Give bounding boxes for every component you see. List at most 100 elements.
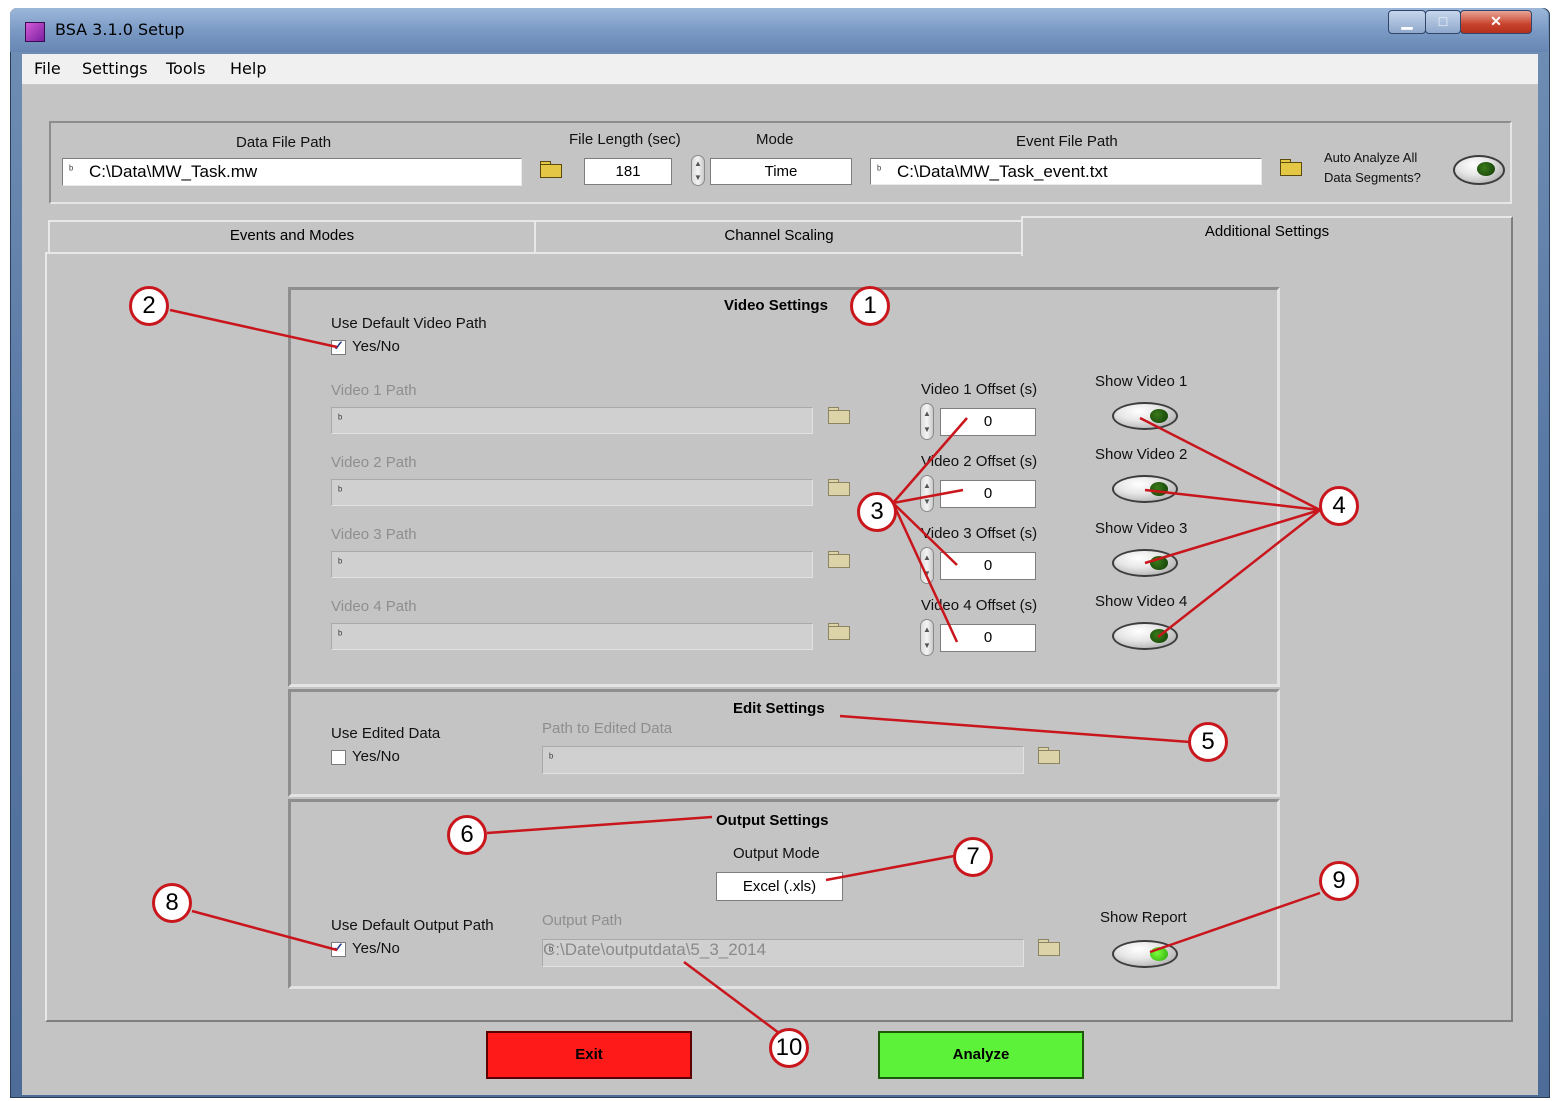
show-video-1-label: Show Video 1: [1095, 373, 1188, 390]
output-mode-select[interactable]: Excel (.xls): [716, 872, 843, 901]
browse-video-4-button[interactable]: [826, 622, 852, 640]
video-2-path-label: Video 2 Path: [331, 454, 417, 471]
path-icon: ᵇ: [69, 164, 74, 176]
video-4-path-label: Video 4 Path: [331, 598, 417, 615]
video-2-offset-spinner[interactable]: ▲ ▼: [920, 475, 934, 512]
led-indicator: [1150, 629, 1168, 643]
app-icon: [25, 22, 45, 42]
minimize-button[interactable]: ▁: [1388, 10, 1426, 34]
video-3-path-input[interactable]: ᵇ: [331, 551, 813, 578]
use-default-video-path-checkbox[interactable]: ✓: [331, 338, 346, 355]
video-2-path-input[interactable]: ᵇ: [331, 479, 813, 506]
led-indicator: [1150, 409, 1168, 423]
callout-9: 9: [1319, 861, 1359, 901]
file-length-input[interactable]: 181: [584, 158, 672, 185]
show-video-1-toggle[interactable]: [1112, 402, 1178, 430]
browse-output-path-button[interactable]: [1036, 938, 1062, 956]
use-default-output-path-yesno: Yes/No: [352, 940, 400, 957]
video-4-offset-spinner[interactable]: ▲ ▼: [920, 619, 934, 656]
menu-file[interactable]: File: [34, 59, 61, 78]
video-2-offset-label: Video 2 Offset (s): [921, 453, 1038, 470]
video-1-path-label: Video 1 Path: [331, 382, 417, 399]
file-length-spinner[interactable]: ▲ ▼: [691, 155, 705, 186]
menu-help[interactable]: Help: [230, 59, 266, 78]
auto-analyze-label-line2: Data Segments?: [1324, 170, 1421, 185]
tab-events-and-modes[interactable]: Events and Modes: [48, 220, 536, 252]
video-3-offset-label: Video 3 Offset (s): [921, 525, 1038, 542]
analyze-button[interactable]: Analyze: [878, 1031, 1084, 1079]
path-icon: ᵇ: [338, 413, 343, 425]
use-default-video-path-yesno: Yes/No: [352, 338, 400, 355]
browse-video-3-button[interactable]: [826, 550, 852, 568]
check-icon: ✓: [333, 940, 344, 955]
edit-settings-title: Edit Settings: [733, 700, 825, 717]
callout-1: 1: [850, 286, 890, 326]
use-default-output-path-label: Use Default Output Path: [331, 917, 494, 934]
exit-button[interactable]: Exit: [486, 1031, 692, 1079]
video-3-offset-input[interactable]: 0: [940, 552, 1036, 580]
callout-8: 8: [152, 883, 192, 923]
maximize-button[interactable]: □: [1425, 10, 1461, 34]
output-path-input[interactable]: ᵇ C:\Date\outputdata\5_3_2014: [542, 939, 1024, 967]
title-bar[interactable]: [10, 8, 1548, 52]
menu-settings[interactable]: Settings: [82, 59, 148, 78]
browse-video-2-button[interactable]: [826, 478, 852, 496]
show-report-toggle[interactable]: [1112, 940, 1178, 968]
show-video-3-toggle[interactable]: [1112, 549, 1178, 577]
use-edited-data-checkbox[interactable]: [331, 750, 346, 765]
close-button[interactable]: ✕: [1460, 10, 1532, 34]
tab-channel-scaling[interactable]: Channel Scaling: [534, 220, 1024, 252]
video-4-path-input[interactable]: ᵇ: [331, 623, 813, 650]
callout-5: 5: [1188, 722, 1228, 762]
callout-7: 7: [953, 837, 993, 877]
data-file-path-label: Data File Path: [236, 134, 332, 151]
browse-video-1-button[interactable]: [826, 406, 852, 424]
video-settings-title: Video Settings: [724, 297, 828, 314]
video-1-path-input[interactable]: ᵇ: [331, 407, 813, 434]
output-settings-title: Output Settings: [716, 812, 829, 829]
use-edited-data-label: Use Edited Data: [331, 725, 441, 742]
window-title: BSA 3.1.0 Setup: [55, 20, 185, 39]
led-indicator: [1150, 482, 1168, 496]
use-edited-data-yesno: Yes/No: [352, 748, 400, 765]
file-length-label: File Length (sec): [569, 131, 681, 148]
browse-event-file-button[interactable]: [1278, 158, 1304, 176]
show-video-2-toggle[interactable]: [1112, 475, 1178, 503]
path-icon: ᵇ: [338, 557, 343, 569]
video-2-offset-input[interactable]: 0: [940, 480, 1036, 508]
event-file-path-input[interactable]: ᵇ C:\Data\MW_Task_event.txt: [870, 158, 1262, 185]
callout-10: 10: [769, 1028, 809, 1068]
mode-select[interactable]: Time: [710, 158, 852, 185]
mode-label: Mode: [756, 131, 794, 148]
path-icon: ᵇ: [877, 164, 882, 176]
show-video-2-label: Show Video 2: [1095, 446, 1188, 463]
menu-tools[interactable]: Tools: [166, 59, 205, 78]
auto-analyze-toggle[interactable]: [1453, 155, 1505, 185]
video-4-offset-label: Video 4 Offset (s): [921, 597, 1038, 614]
event-file-path-label: Event File Path: [1016, 133, 1118, 150]
show-video-3-label: Show Video 3: [1095, 520, 1188, 537]
data-file-path-input[interactable]: ᵇ C:\Data\MW_Task.mw: [62, 158, 522, 186]
led-indicator: [1150, 947, 1168, 961]
browse-data-file-button[interactable]: [538, 160, 564, 178]
path-icon: ᵇ: [338, 629, 343, 641]
video-4-offset-input[interactable]: 0: [940, 624, 1036, 652]
path-icon: ᵇ: [549, 752, 554, 764]
video-3-offset-spinner[interactable]: ▲ ▼: [920, 547, 934, 584]
use-default-output-path-checkbox[interactable]: ✓: [331, 940, 346, 957]
show-video-4-toggle[interactable]: [1112, 622, 1178, 650]
path-to-edited-data-input[interactable]: ᵇ: [542, 746, 1024, 774]
close-icon: ✕: [1490, 13, 1502, 29]
tab-additional-settings[interactable]: Additional Settings: [1021, 216, 1513, 256]
callout-6: 6: [447, 815, 487, 855]
video-1-offset-input[interactable]: 0: [940, 408, 1036, 436]
video-1-offset-spinner[interactable]: ▲ ▼: [920, 403, 934, 440]
callout-2: 2: [129, 286, 169, 326]
browse-edited-data-button[interactable]: [1036, 746, 1062, 764]
maximize-icon: □: [1438, 13, 1448, 29]
check-icon: ✓: [333, 338, 344, 353]
minimize-icon: ▁: [1401, 13, 1413, 29]
use-default-video-path-label: Use Default Video Path: [331, 315, 487, 332]
led-indicator: [1150, 556, 1168, 570]
path-to-edited-data-label: Path to Edited Data: [542, 720, 673, 737]
